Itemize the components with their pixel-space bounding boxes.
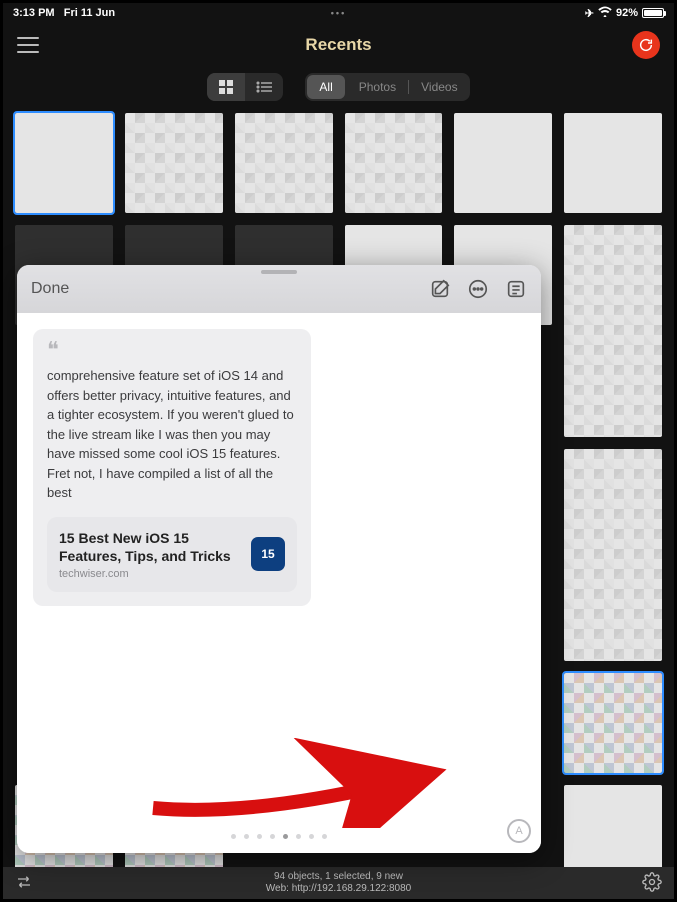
bottom-bar: 94 objects, 1 selected, 9 new Web: http:…: [3, 867, 674, 899]
thumbnail[interactable]: [564, 673, 662, 773]
note-text: comprehensive feature set of iOS 14 and …: [47, 366, 297, 503]
object-count: 94 objects, 1 selected, 9 new: [266, 871, 412, 883]
sync-button[interactable]: [632, 31, 660, 59]
corner-action-icon[interactable]: A: [507, 819, 531, 843]
status-date: Fri 11 Jun: [64, 7, 115, 19]
done-button[interactable]: Done: [31, 280, 69, 298]
quote-icon: ❝: [47, 343, 297, 356]
more-icon[interactable]: [467, 278, 489, 300]
thumbnail[interactable]: [15, 113, 113, 213]
quick-note-actions: [429, 278, 527, 300]
view-controls: All Photos Videos: [3, 67, 674, 107]
quick-note-header: Done: [17, 265, 541, 313]
wifi-icon: [598, 6, 612, 20]
link-title: 15 Best New iOS 15 Features, Tips, and T…: [59, 529, 241, 565]
status-right: ✈ 92%: [585, 6, 664, 20]
transfer-button[interactable]: [15, 873, 33, 894]
page-indicator[interactable]: [231, 834, 327, 839]
layout-segment: [207, 73, 283, 101]
thumbnail[interactable]: [564, 449, 662, 661]
compose-icon[interactable]: [429, 278, 451, 300]
menu-button[interactable]: [17, 37, 39, 53]
note-content-card: ❝ comprehensive feature set of iOS 14 an…: [33, 329, 311, 606]
link-thumbnail: 15: [251, 537, 285, 571]
filter-segment: All Photos Videos: [305, 73, 469, 101]
thumbnail[interactable]: [454, 113, 552, 213]
thumbnail[interactable]: [235, 113, 333, 213]
link-domain: techwiser.com: [59, 568, 241, 580]
page-title: Recents: [305, 35, 371, 55]
grid-view-button[interactable]: [207, 73, 245, 101]
thumbnail[interactable]: [564, 113, 662, 213]
filter-videos[interactable]: Videos: [409, 73, 469, 101]
notes-list-icon[interactable]: [505, 278, 527, 300]
list-view-button[interactable]: [245, 73, 283, 101]
filter-all[interactable]: All: [307, 75, 344, 99]
battery-pct: 92%: [616, 7, 638, 19]
battery-icon: [642, 8, 664, 18]
web-address: Web: http://192.168.29.122:8080: [266, 883, 412, 895]
annotation-arrow: [143, 738, 473, 833]
status-time: 3:13 PM: [13, 7, 55, 19]
settings-button[interactable]: [642, 872, 662, 895]
filter-photos[interactable]: Photos: [347, 73, 408, 101]
status-left: 3:13 PM Fri 11 Jun: [13, 7, 115, 19]
status-bar: 3:13 PM Fri 11 Jun ••• ✈ 92%: [3, 3, 674, 23]
thumbnail[interactable]: [564, 225, 662, 437]
airplane-icon: ✈: [585, 7, 594, 20]
thumbnail[interactable]: [125, 113, 223, 213]
drag-handle[interactable]: [261, 270, 297, 274]
nav-bar: Recents: [3, 23, 674, 67]
link-preview[interactable]: 15 Best New iOS 15 Features, Tips, and T…: [47, 517, 297, 592]
status-text: 94 objects, 1 selected, 9 new Web: http:…: [266, 871, 412, 895]
thumbnail[interactable]: [345, 113, 443, 213]
multitask-dots[interactable]: •••: [331, 8, 346, 18]
